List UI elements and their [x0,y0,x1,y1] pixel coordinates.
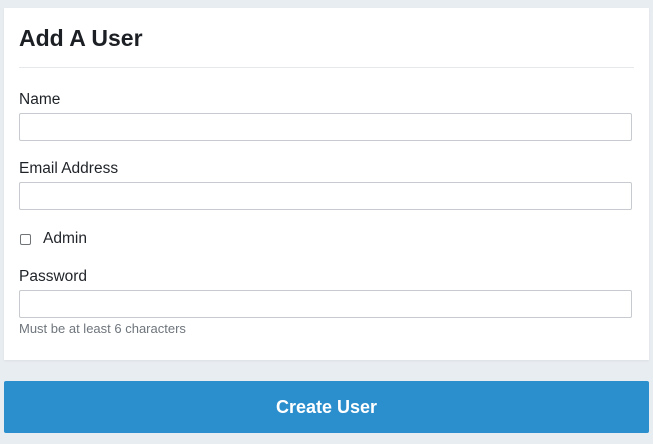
email-input[interactable] [19,182,632,210]
page-title: Add A User [19,25,143,51]
add-user-card: Add A User Name Email Address Admin Pass… [4,8,649,360]
title-divider [19,67,634,68]
password-help-text: Must be at least 6 characters [19,321,186,336]
email-label: Email Address [19,160,119,177]
password-label: Password [19,268,88,285]
password-input[interactable] [19,290,632,318]
admin-checkbox-label[interactable]: Admin [43,229,87,249]
name-input[interactable] [19,113,632,141]
create-user-button[interactable]: Create User [4,381,649,433]
admin-checkbox[interactable] [20,233,31,245]
name-label: Name [19,91,61,108]
admin-checkbox-row[interactable]: Admin [19,229,87,249]
